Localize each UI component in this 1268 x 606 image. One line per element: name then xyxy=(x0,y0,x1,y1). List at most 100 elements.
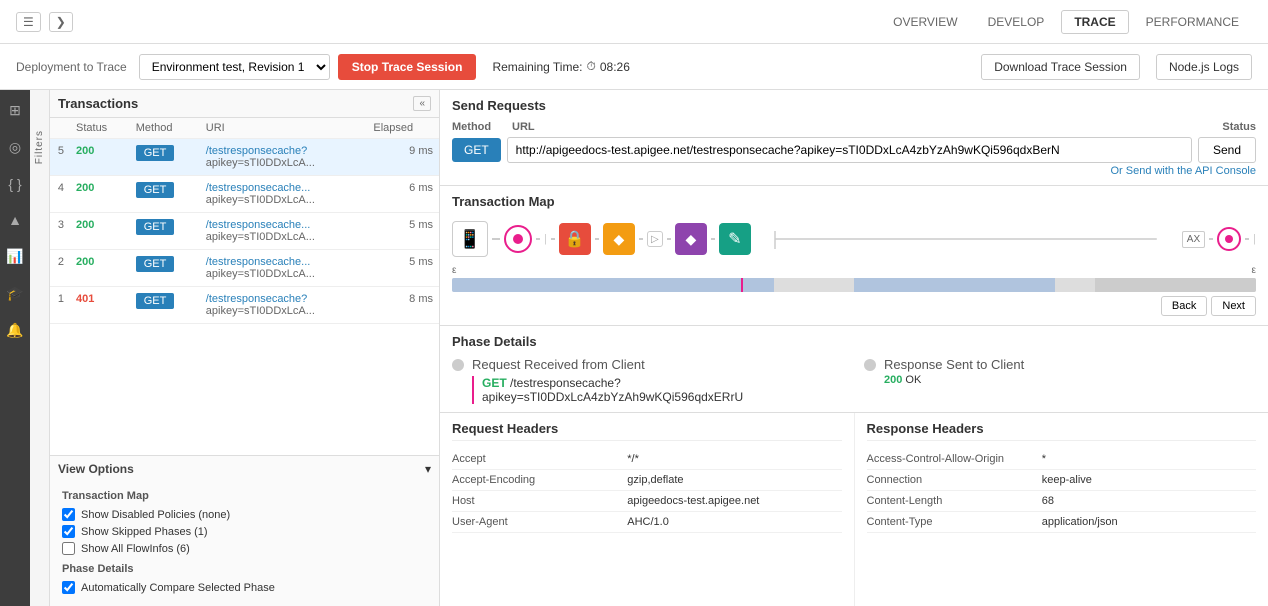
transactions-collapse-btn[interactable]: « xyxy=(413,96,431,111)
phase-details-section: Phase Details Request Received from Clie… xyxy=(440,326,1268,413)
send-requests-title: Send Requests xyxy=(452,98,1256,113)
header-val: 68 xyxy=(1042,495,1256,507)
request-phase-item: Request Received from Client GET /testre… xyxy=(452,357,844,404)
tx-method: GET xyxy=(130,213,200,250)
method-col-label: Method xyxy=(452,121,512,133)
pen-icon[interactable]: ✎ xyxy=(719,223,751,255)
table-row[interactable]: 2 200 GET /testresponsecache...apikey=sT… xyxy=(50,250,439,287)
auto-compare-row: Automatically Compare Selected Phase xyxy=(62,581,427,594)
main-content: ⊞ ◎ { } ▲ 📊 🎓 🔔 Filters Transactions « xyxy=(0,90,1268,606)
response-text: OK xyxy=(905,374,921,386)
tx-header-row: Status Method URI Elapsed xyxy=(50,118,439,139)
show_disabled-checkbox[interactable] xyxy=(62,508,75,521)
col-status-label: Status xyxy=(70,118,130,139)
nav-collapse-btn[interactable]: ☰ xyxy=(16,12,41,32)
back-btn[interactable]: Back xyxy=(1161,296,1207,316)
timeline-labels: ε ε xyxy=(452,265,1256,276)
col-uri: URI xyxy=(200,118,368,139)
tab-performance[interactable]: PERFORMANCE xyxy=(1133,10,1252,34)
toolbar: Deployment to Trace Environment test, Re… xyxy=(0,44,1268,90)
send-btn[interactable]: Send xyxy=(1198,137,1256,163)
tx-id: 3 xyxy=(50,213,70,250)
tx-status: 200 xyxy=(70,176,130,213)
sidebar-icon-publish[interactable]: ▲ xyxy=(4,208,26,232)
phase-details-title: Phase Details xyxy=(452,334,1256,349)
request-phase-content: Request Received from Client GET /testre… xyxy=(472,357,743,404)
tx-id: 2 xyxy=(50,250,70,287)
timeline-marker xyxy=(741,278,743,292)
auto-compare-checkbox[interactable] xyxy=(62,581,75,594)
sidebar-icon-dev[interactable]: { } xyxy=(4,172,25,196)
show_flowinfos-checkbox[interactable] xyxy=(62,542,75,555)
response-phase-col: Response Sent to Client 200 OK xyxy=(864,357,1256,404)
table-row[interactable]: 1 401 GET /testresponsecache?apikey=sTI0… xyxy=(50,287,439,324)
sidebar-icon-analyze[interactable]: 📊 xyxy=(2,244,27,269)
timeline-gap-2 xyxy=(1055,278,1095,292)
tab-overview[interactable]: OVERVIEW xyxy=(880,10,970,34)
view-options-collapse-icon: ▾ xyxy=(425,462,431,476)
col-method: Method xyxy=(130,118,200,139)
col-status xyxy=(50,118,70,139)
table-row[interactable]: 3 200 GET /testresponsecache...apikey=sT… xyxy=(50,213,439,250)
api-console-link[interactable]: Or Send with the API Console xyxy=(452,165,1256,177)
download-trace-btn[interactable]: Download Trace Session xyxy=(981,54,1140,80)
nodejs-logs-btn[interactable]: Node.js Logs xyxy=(1156,54,1252,80)
transaction-map-title: Transaction Map xyxy=(452,194,1256,209)
header-key: Connection xyxy=(867,474,1042,486)
tx-method: GET xyxy=(130,176,200,213)
sidebar-icon-api[interactable]: ◎ xyxy=(5,135,25,160)
list-item: Accept-Encodinggzip,deflate xyxy=(452,470,842,491)
tx-map-section-label: Transaction Map xyxy=(62,490,427,502)
timeline-fill-3 xyxy=(1095,278,1256,292)
header-key: Host xyxy=(452,495,627,507)
tab-trace[interactable]: TRACE xyxy=(1061,10,1128,34)
header-key: Access-Control-Allow-Origin xyxy=(867,453,1042,465)
lock-icon[interactable]: 🔒 xyxy=(559,223,591,255)
transactions-title: Transactions xyxy=(58,96,138,111)
list-item: Accept*/* xyxy=(452,449,842,470)
header-val: AHC/1.0 xyxy=(627,516,841,528)
sidebar-icon-notify[interactable]: 🔔 xyxy=(2,318,27,343)
request-dot xyxy=(452,359,464,371)
tx-uri: /testresponsecache...apikey=sTI0DDxLcA..… xyxy=(200,250,368,287)
send-method-btn[interactable]: GET xyxy=(452,138,501,162)
connector-3 xyxy=(551,238,555,240)
show_skipped-label: Show Skipped Phases (1) xyxy=(81,526,208,538)
remaining-time: 08:26 xyxy=(600,60,630,74)
timeline-fill-1 xyxy=(452,278,774,292)
tab-develop[interactable]: DEVELOP xyxy=(975,10,1058,34)
show_disabled-label: Show Disabled Policies (none) xyxy=(81,509,230,521)
tx-method: GET xyxy=(130,287,200,324)
top-nav: ☰ ❯ OVERVIEW DEVELOP TRACE PERFORMANCE xyxy=(0,0,1268,44)
tx-elapsed: 8 ms xyxy=(367,287,439,324)
nav-buttons: Back Next xyxy=(452,296,1256,316)
sidebar-icon-home[interactable]: ⊞ xyxy=(5,98,25,123)
diamond-purple-icon[interactable]: ◆ xyxy=(675,223,707,255)
header-val: */* xyxy=(627,453,841,465)
show_skipped-checkbox[interactable] xyxy=(62,525,75,538)
url-input[interactable] xyxy=(507,137,1192,163)
filters-label: Filters xyxy=(34,130,45,164)
clock-icon: ⏱ xyxy=(586,59,595,74)
send-requests-section: Send Requests Method URL Status GET Send… xyxy=(440,90,1268,186)
tx-uri: /testresponsecache...apikey=sTI0DDxLcA..… xyxy=(200,176,368,213)
deployment-select[interactable]: Environment test, Revision 1 xyxy=(139,54,330,80)
stop-trace-btn[interactable]: Stop Trace Session xyxy=(338,54,477,80)
transactions-header: Transactions « xyxy=(50,90,439,118)
return-arrow-svg xyxy=(755,221,1178,257)
table-row[interactable]: 4 200 GET /testresponsecache...apikey=sT… xyxy=(50,176,439,213)
table-row[interactable]: 5 200 GET /testresponsecache?apikey=sTI0… xyxy=(50,139,439,176)
timeline-bar[interactable] xyxy=(452,278,1256,292)
nav-forward-btn[interactable]: ❯ xyxy=(49,12,73,32)
view-options-header[interactable]: View Options ▾ xyxy=(50,456,439,482)
request-param: apikey=sTI0DDxLcA4zbYzAh9wKQi596qdxERrU xyxy=(482,390,743,404)
header-key: Accept xyxy=(452,453,627,465)
transactions-table: Status Method URI Elapsed 5 200 GET /tes… xyxy=(50,118,439,455)
diamond-orange-icon[interactable]: ◆ xyxy=(603,223,635,255)
view-options-title: View Options xyxy=(58,462,134,476)
list-item: Content-Typeapplication/json xyxy=(867,512,1257,533)
timeline-start-label: ε xyxy=(452,265,456,276)
next-btn[interactable]: Next xyxy=(1211,296,1256,316)
connector-5 xyxy=(639,238,643,240)
sidebar-icon-learn[interactable]: 🎓 xyxy=(2,281,27,306)
